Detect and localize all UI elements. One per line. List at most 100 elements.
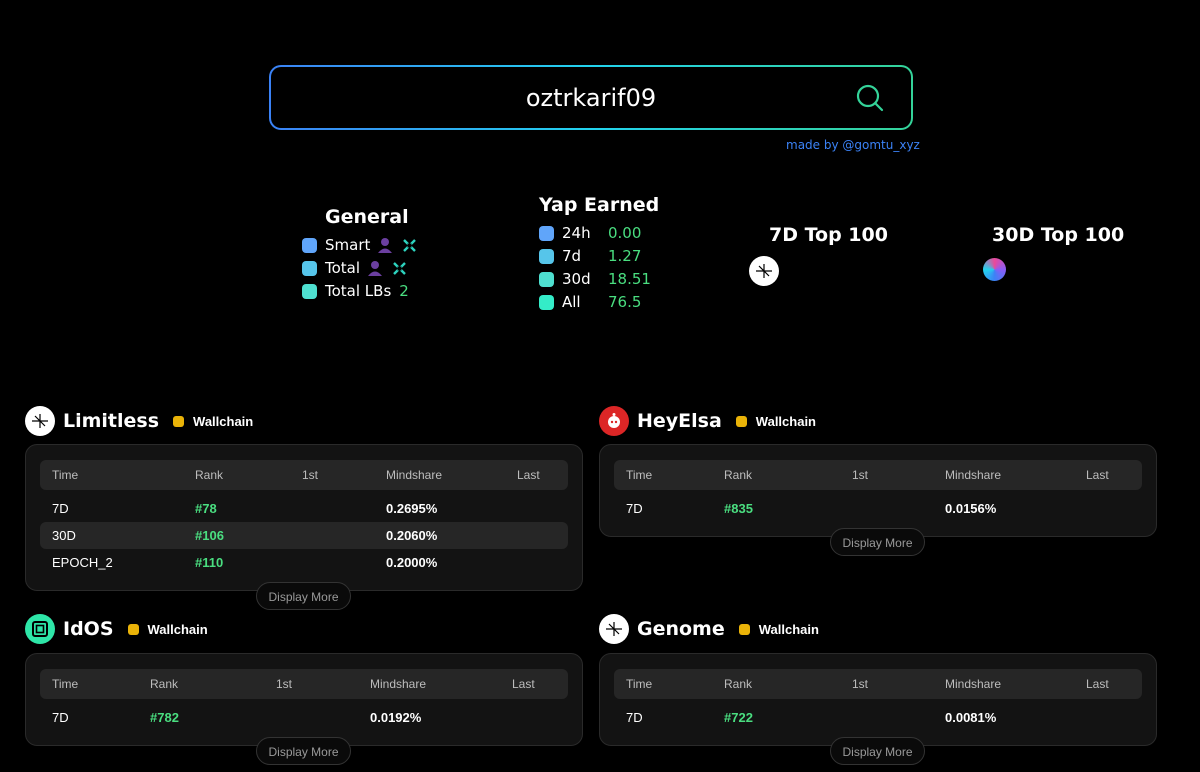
yap-all-dot: [539, 294, 554, 310]
top7d-title: 7D Top 100: [769, 224, 888, 246]
table-header: Time Rank 1st Mindshare Last: [614, 460, 1142, 490]
col-last: Last: [1086, 677, 1109, 691]
general-title: General: [325, 206, 409, 228]
heyelsa-logo-icon: [599, 406, 629, 436]
yap-title: Yap Earned: [539, 194, 660, 216]
project-card-heyelsa: Time Rank 1st Mindshare Last 7D #835 0.0…: [599, 444, 1157, 537]
yap-30d-label: 30d: [562, 270, 591, 288]
table-header: Time Rank 1st Mindshare Last: [40, 460, 568, 490]
search-input[interactable]: [349, 82, 833, 113]
limitless-logo-icon: [25, 406, 55, 436]
row-time: 7D: [52, 501, 69, 516]
display-more-button[interactable]: Display More: [256, 737, 351, 765]
general-row-total-lbs: Total LBs 2: [302, 280, 409, 302]
table-row: EPOCH_2 #110 0.2000%: [40, 549, 568, 576]
search-box: [269, 65, 913, 130]
row-rank: #782: [150, 710, 179, 725]
col-last: Last: [517, 468, 540, 482]
badge-label: Wallchain: [755, 413, 816, 429]
project-card-genome: Time Rank 1st Mindshare Last 7D #722 0.0…: [599, 653, 1157, 746]
project-name[interactable]: IdOS: [63, 618, 114, 640]
project-header-heyelsa: HeyElsa Wallchain: [599, 405, 816, 437]
row-time: 7D: [626, 501, 643, 516]
badge-label: Wallchain: [193, 413, 254, 429]
badge-label: Wallchain: [147, 621, 208, 637]
yap-all-label: All: [562, 293, 581, 311]
yap-row-24h: 24h 0.00: [539, 222, 641, 244]
col-first: 1st: [302, 468, 319, 482]
col-last: Last: [512, 677, 535, 691]
project-name[interactable]: Genome: [637, 618, 725, 640]
top30d-title: 30D Top 100: [992, 224, 1125, 246]
person-icon: [368, 261, 383, 276]
display-more-button[interactable]: Display More: [256, 582, 351, 610]
total-lbs-label: Total LBs: [325, 282, 392, 300]
smart-label: Smart: [325, 236, 371, 254]
yap-row-all: All 76.5: [539, 291, 641, 313]
idos-logo-icon: [25, 614, 55, 644]
col-first: 1st: [852, 468, 869, 482]
col-rank: Rank: [195, 468, 224, 482]
gradient-project-logo-icon[interactable]: [983, 258, 1006, 281]
genome-logo-icon: [599, 614, 629, 644]
total-label: Total: [325, 259, 361, 277]
project-name[interactable]: Limitless: [63, 410, 159, 432]
row-rank: #835: [724, 501, 753, 516]
row-rank: #722: [724, 710, 753, 725]
row-time: 7D: [52, 710, 69, 725]
search-box-inner: [271, 67, 911, 128]
credit-link[interactable]: made by @gomtu_xyz: [786, 138, 920, 152]
col-time: Time: [52, 468, 79, 482]
general-row-smart: Smart: [302, 234, 417, 256]
total-lbs-value: 2: [399, 282, 409, 300]
yap-7d-dot: [539, 248, 554, 264]
person-icon: [378, 238, 393, 253]
yap-24h-value: 0.00: [608, 224, 642, 242]
smart-dot: [302, 237, 317, 253]
col-mindshare: Mindshare: [945, 468, 1002, 482]
yap-24h-dot: [539, 225, 554, 241]
col-rank: Rank: [724, 468, 753, 482]
search-icon[interactable]: [855, 83, 885, 113]
row-mindshare: 0.2695%: [386, 501, 438, 516]
display-more-button[interactable]: Display More: [830, 737, 925, 765]
row-mindshare: 0.0192%: [370, 710, 422, 725]
row-mindshare: 0.0081%: [945, 710, 997, 725]
project-card-limitless: Time Rank 1st Mindshare Last 7D #78 0.26…: [25, 444, 583, 591]
yap-row-7d: 7d 1.27: [539, 245, 641, 267]
col-mindshare: Mindshare: [386, 468, 443, 482]
row-rank: #110: [195, 555, 224, 570]
row-time: 7D: [626, 710, 643, 725]
table-row: 7D #78 0.2695%: [40, 495, 568, 522]
yap-30d-dot: [539, 271, 554, 287]
project-header-genome: Genome Wallchain: [599, 613, 819, 645]
col-time: Time: [626, 677, 653, 691]
row-mindshare: 0.2000%: [386, 555, 438, 570]
col-rank: Rank: [724, 677, 753, 691]
col-first: 1st: [852, 677, 869, 691]
col-first: 1st: [276, 677, 293, 691]
total-lbs-dot: [302, 283, 317, 299]
row-rank: #78: [195, 501, 217, 516]
badge-dot: [738, 623, 750, 635]
row-time: EPOCH_2: [52, 555, 113, 570]
row-rank: #106: [195, 528, 224, 543]
yap-7d-value: 1.27: [608, 247, 642, 265]
yap-24h-label: 24h: [562, 224, 591, 242]
badge-dot: [735, 415, 747, 427]
row-mindshare: 0.2060%: [386, 528, 438, 543]
col-rank: Rank: [150, 677, 179, 691]
x-logo-icon[interactable]: [403, 238, 417, 252]
display-more-button[interactable]: Display More: [830, 528, 925, 556]
project-card-idos: Time Rank 1st Mindshare Last 7D #782 0.0…: [25, 653, 583, 746]
table-row: 7D #835 0.0156%: [614, 495, 1142, 522]
project-name[interactable]: HeyElsa: [637, 410, 722, 432]
row-time: 30D: [52, 528, 76, 543]
col-last: Last: [1086, 468, 1109, 482]
x-logo-icon[interactable]: [393, 261, 406, 275]
col-mindshare: Mindshare: [370, 677, 427, 691]
col-time: Time: [52, 677, 79, 691]
yap-all-value: 76.5: [608, 293, 642, 311]
limitless-logo-icon[interactable]: [749, 256, 779, 286]
badge-label: Wallchain: [758, 621, 819, 637]
